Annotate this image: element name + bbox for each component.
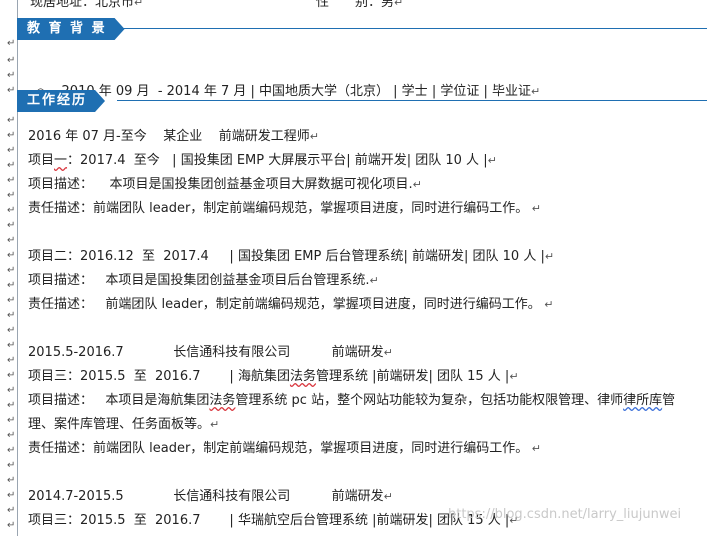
paragraph-mark: ↵ bbox=[7, 430, 16, 441]
left-margin-ruler bbox=[17, 0, 18, 536]
address-line: 现居地址：北京市↵ bbox=[30, 0, 144, 10]
paragraph-mark: ↵ bbox=[7, 265, 16, 276]
paragraph-mark: ↵ bbox=[7, 70, 16, 81]
paragraph-mark: ↵ bbox=[7, 85, 16, 96]
gender-line: 性 别：男↵ bbox=[316, 0, 404, 10]
education-section-title: 教 育 背 景 bbox=[17, 18, 125, 40]
paragraph-mark: ↵ bbox=[7, 490, 16, 501]
project-line: 项目三：2015.5 至 2016.7 | 华瑞航空后台管理系统 |前端研发| … bbox=[28, 513, 519, 528]
work-section-title: 工作经历 bbox=[17, 90, 105, 112]
paragraph-mark: ↵ bbox=[7, 325, 16, 336]
paragraph-mark: ↵ bbox=[7, 235, 16, 246]
grammar-underline: 律所库 bbox=[623, 393, 663, 408]
project-line: 项目一：2017.4 至今 | 国投集团 EMP 大屏展示平台| 前端开发| 团… bbox=[28, 153, 497, 168]
job-header: 2014.7-2015.5 长信通科技有限公司 前端研发↵ bbox=[28, 489, 393, 504]
spellcheck-underline: 法务 bbox=[209, 393, 236, 408]
paragraph-mark: ↵ bbox=[7, 445, 16, 456]
project-description: 项目描述： 本项目是国投集团创益基金项目大屏数据可视化项目.↵ bbox=[28, 177, 422, 192]
job-header: 2015.5-2016.7 长信通科技有限公司 前端研发↵ bbox=[28, 345, 393, 360]
paragraph-mark: ↵ bbox=[7, 160, 16, 171]
project-description: 项目描述： 本项目是国投集团创益基金项目后台管理系统.↵ bbox=[28, 273, 379, 288]
paragraph-mark: ↵ bbox=[7, 460, 16, 471]
paragraph-mark: ↵ bbox=[7, 415, 16, 426]
work-section-header: 工作经历 bbox=[17, 90, 707, 112]
project-duty: 责任描述： 前端团队 leader，制定前端编码规范，掌握项目进度，同时进行编码… bbox=[28, 297, 554, 312]
paragraph-mark: ↵ bbox=[7, 400, 16, 411]
paragraph-mark: ↵ bbox=[7, 55, 16, 66]
paragraph-mark: ↵ bbox=[7, 220, 16, 231]
project-line: 项目二：2016.12 至 2017.4 | 国投集团 EMP 后台管理系统| … bbox=[28, 249, 555, 264]
paragraph-mark: ↵ bbox=[7, 280, 16, 291]
project-duty: 责任描述：前端团队 leader，制定前端编码规范，掌握项目进度，同时进行编码工… bbox=[28, 441, 542, 456]
paragraph-mark: ↵ bbox=[7, 310, 16, 321]
section-divider bbox=[109, 28, 707, 29]
paragraph-mark: ↵ bbox=[7, 115, 16, 126]
project-description-continued: 理、案件库管理、任务面板等。↵ bbox=[28, 417, 220, 432]
paragraph-mark: ↵ bbox=[7, 250, 16, 261]
spellcheck-underline: 法务 bbox=[289, 369, 316, 384]
paragraph-mark: ↵ bbox=[7, 520, 16, 531]
paragraph-mark: ↵ bbox=[7, 38, 16, 49]
paragraph-mark: ↵ bbox=[7, 295, 16, 306]
section-divider bbox=[117, 100, 707, 101]
paragraph-mark: ↵ bbox=[7, 475, 16, 486]
project-line: 项目三：2015.5 至 2016.7 | 海航集团法务管理系统 |前端研发| … bbox=[28, 369, 519, 384]
education-section-header: 教 育 背 景 bbox=[17, 18, 707, 40]
paragraph-mark: ↵ bbox=[7, 190, 16, 201]
paragraph-mark: ↵ bbox=[7, 505, 16, 516]
paragraph-mark: ↵ bbox=[7, 205, 16, 216]
paragraph-mark: ↵ bbox=[7, 145, 16, 156]
project-duty: 责任描述：前端团队 leader，制定前端编码规范，掌握项目进度，同时进行编码工… bbox=[28, 201, 542, 216]
paragraph-mark: ↵ bbox=[7, 175, 16, 186]
project-description: 项目描述： 本项目是海航集团法务管理系统 pc 站，整个网站功能较为复杂，包括功… bbox=[28, 393, 676, 408]
watermark: https://blog.csdn.net/larry_liujunwei bbox=[448, 507, 682, 522]
job-header: 2016 年 07 月-至今 某企业 前端研发工程师↵ bbox=[28, 129, 319, 144]
paragraph-mark: ↵ bbox=[7, 355, 16, 366]
paragraph-mark: ↵ bbox=[7, 130, 16, 141]
spellcheck-underline: 一 bbox=[54, 153, 68, 168]
paragraph-mark: ↵ bbox=[7, 385, 16, 396]
paragraph-mark: ↵ bbox=[7, 370, 16, 381]
paragraph-mark: ↵ bbox=[7, 340, 16, 351]
